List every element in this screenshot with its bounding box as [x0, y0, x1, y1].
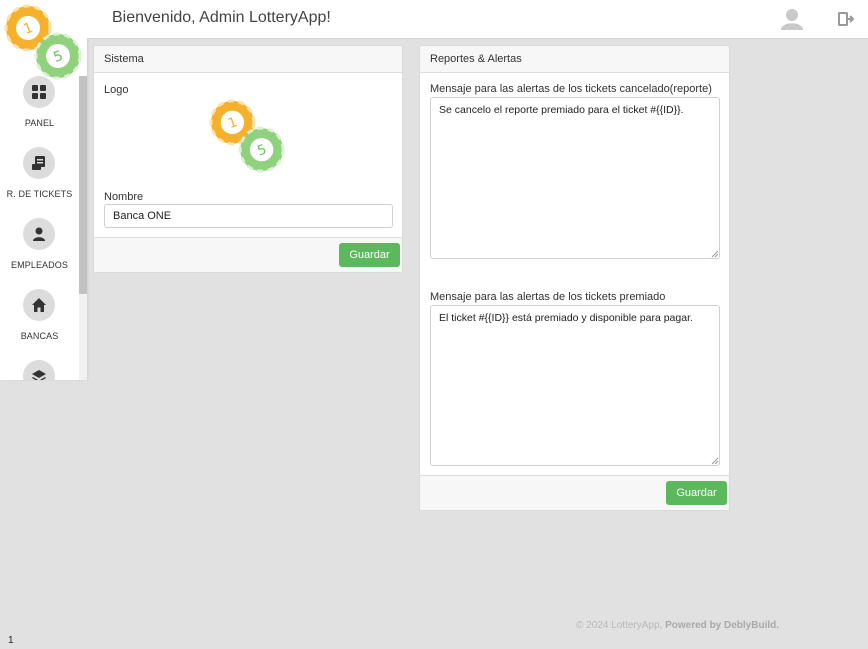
sidebar-item-employees[interactable]: EMPLEADOS — [0, 218, 79, 284]
alerts-card-footer: Guardar — [420, 475, 729, 510]
layers-icon — [23, 360, 55, 380]
cancel-alert-label: Mensaje para las alertas de los tickets … — [430, 83, 712, 95]
sidebar-item-label: EMPLEADOS — [11, 260, 68, 270]
sidebar: 1 5 PANEL R. DE TICKETS EMPLEADOS BANCAS — [0, 0, 87, 380]
user-avatar-icon[interactable] — [781, 7, 803, 31]
sidebar-item-panel[interactable]: PANEL — [0, 76, 79, 142]
system-card-footer: Guardar — [94, 237, 402, 272]
employee-user-icon — [23, 218, 55, 250]
copyright-text: © 2024 LotteryApp, — [576, 620, 663, 631]
sidebar-item-label: BANCAS — [20, 331, 59, 341]
sidebar-item-label: PANEL — [24, 118, 55, 128]
system-save-button[interactable]: Guardar — [339, 243, 400, 267]
welcome-title: Bienvenido, Admin LotteryApp! — [112, 9, 331, 26]
name-label: Nombre — [104, 191, 144, 203]
logout-icon[interactable] — [837, 11, 855, 27]
alerts-card: Reportes & Alertas Mensaje para las aler… — [419, 45, 730, 511]
winner-alert-label: Mensaje para las alertas de los tickets … — [430, 291, 666, 303]
cancel-alert-message-textarea[interactable] — [430, 97, 720, 259]
lottery-balls-logo[interactable]: 1 5 — [4, 4, 84, 80]
sidebar-scrollbar-thumb[interactable] — [79, 76, 87, 294]
page-number: 1 — [8, 635, 14, 646]
sidebar-item-layers[interactable] — [0, 360, 79, 380]
system-card-header: Sistema — [94, 46, 402, 73]
page-footer: © 2024 LotteryApp, Powered by DeblyBuild… — [576, 620, 779, 631]
bank-name-input[interactable] — [104, 204, 393, 228]
home-icon — [23, 289, 55, 321]
dashboard-grid-icon — [23, 76, 55, 108]
sidebar-item-label: R. DE TICKETS — [6, 189, 73, 199]
system-logo-image[interactable]: 1 5 — [209, 96, 287, 176]
winner-alert-message-textarea[interactable] — [430, 305, 720, 466]
ticket-register-icon — [23, 147, 55, 179]
sidebar-item-ticket-register[interactable]: R. DE TICKETS — [0, 147, 79, 213]
system-card: Sistema Logo 1 5 Nombre Guardar — [93, 45, 403, 273]
powered-by-link[interactable]: Powered by DeblyBuild. — [665, 620, 779, 631]
resize-grip-icon[interactable] — [711, 457, 719, 465]
logo-label: Logo — [104, 84, 129, 96]
top-header: Bienvenido, Admin LotteryApp! — [87, 0, 868, 39]
sidebar-item-bancas[interactable]: BANCAS — [0, 289, 79, 355]
alerts-card-header: Reportes & Alertas — [420, 46, 729, 73]
resize-grip-icon[interactable] — [711, 250, 719, 258]
alerts-save-button[interactable]: Guardar — [666, 481, 727, 505]
